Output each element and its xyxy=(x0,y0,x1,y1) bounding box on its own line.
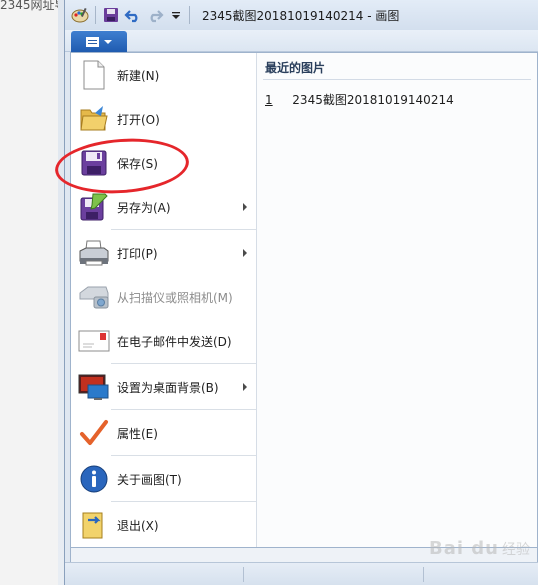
menu-item-label: 属性(E) xyxy=(117,426,158,441)
paint-menu-icon xyxy=(86,36,99,47)
title-bar: 2345截图20181019140214 - 画图 xyxy=(65,0,538,30)
menu-item-label: 从扫描仪或照相机(M) xyxy=(117,290,233,305)
menu-item-open[interactable]: 打开(O) xyxy=(71,97,257,141)
baidu-watermark: Bai du 经验 xyxy=(429,538,530,559)
menu-item-set-desktop-background[interactable]: 设置为桌面背景(B) xyxy=(71,365,257,409)
recent-header-divider xyxy=(263,79,531,80)
properties-checkmark-icon xyxy=(77,416,111,450)
menu-item-label: 另存为(A) xyxy=(117,200,171,215)
menu-item-label: 关于画图(T) xyxy=(117,472,182,487)
recent-pictures-panel: 最近的图片 1 2345截图20181019140214 xyxy=(257,53,537,547)
save-as-icon xyxy=(77,190,111,224)
email-icon xyxy=(77,324,111,358)
save-disk-icon xyxy=(77,146,111,180)
ribbon-tab-row xyxy=(65,30,538,52)
menu-item-label: 设置为桌面背景(B) xyxy=(117,380,219,395)
menu-item-save-as[interactable]: 另存为(A) xyxy=(71,185,257,229)
menu-divider xyxy=(111,501,256,502)
menu-item-properties[interactable]: 属性(E) xyxy=(71,411,257,455)
menu-item-label: 在电子邮件中发送(D) xyxy=(117,334,232,349)
chevron-down-icon xyxy=(104,39,112,44)
recent-item-index: 1 xyxy=(265,93,273,107)
status-separator xyxy=(243,567,244,582)
status-separator xyxy=(423,567,424,582)
menu-item-print[interactable]: 打印(P) xyxy=(71,231,257,275)
new-document-icon xyxy=(77,58,111,92)
title-separator xyxy=(189,6,190,24)
menu-item-label: 保存(S) xyxy=(117,156,158,171)
menu-item-label: 打印(P) xyxy=(117,246,158,261)
submenu-arrow-icon xyxy=(243,383,247,391)
menu-item-save[interactable]: 保存(S) xyxy=(71,141,257,185)
background-window: 2345网址导航 xyxy=(0,0,79,585)
application-menu-commands: 新建(N) 打开(O) 保存(S) 另存为(A) 打印(P) 从扫描仪或照相机(… xyxy=(71,53,257,547)
printer-icon xyxy=(77,236,111,270)
customize-quick-access-icon[interactable] xyxy=(169,5,183,25)
menu-item-label: 新建(N) xyxy=(117,68,160,83)
menu-item-new[interactable]: 新建(N) xyxy=(71,53,257,97)
menu-item-label: 打开(O) xyxy=(117,112,160,127)
watermark-text: Bai du xyxy=(428,538,499,559)
quick-save-icon[interactable] xyxy=(102,5,120,25)
menu-item-about-paint[interactable]: 关于画图(T) xyxy=(71,457,257,501)
menu-divider xyxy=(111,455,256,456)
paint-app-icon[interactable] xyxy=(71,5,89,25)
menu-item-exit[interactable]: 退出(X) xyxy=(71,503,257,547)
menu-divider xyxy=(111,409,256,410)
application-menu: 新建(N) 打开(O) 保存(S) 另存为(A) 打印(P) 从扫描仪或照相机(… xyxy=(70,52,538,548)
submenu-arrow-icon xyxy=(243,249,247,257)
recent-pictures-header: 最近的图片 xyxy=(265,61,326,75)
redo-icon[interactable] xyxy=(145,5,165,25)
submenu-arrow-icon xyxy=(243,203,247,211)
scanner-camera-icon xyxy=(77,280,111,314)
menu-item-send-email[interactable]: 在电子邮件中发送(D) xyxy=(71,319,257,363)
watermark-subtext: 经验 xyxy=(502,541,530,558)
undo-icon[interactable] xyxy=(123,5,143,25)
paint-menu-button[interactable] xyxy=(71,31,127,52)
recent-item-name: 2345截图20181019140214 xyxy=(292,93,454,107)
exit-icon xyxy=(77,508,111,542)
menu-divider xyxy=(111,363,256,364)
about-info-icon xyxy=(77,462,111,496)
menu-item-from-scanner[interactable]: 从扫描仪或照相机(M) xyxy=(71,275,257,319)
window-title: 2345截图20181019140214 - 画图 xyxy=(202,8,400,23)
desktop-background-icon xyxy=(77,370,111,404)
quick-access-separator xyxy=(95,6,96,24)
open-folder-icon xyxy=(77,102,111,136)
status-bar xyxy=(65,562,538,585)
recent-item[interactable]: 1 2345截图20181019140214 xyxy=(265,91,454,108)
menu-divider xyxy=(111,229,256,230)
menu-item-label: 退出(X) xyxy=(117,518,159,533)
